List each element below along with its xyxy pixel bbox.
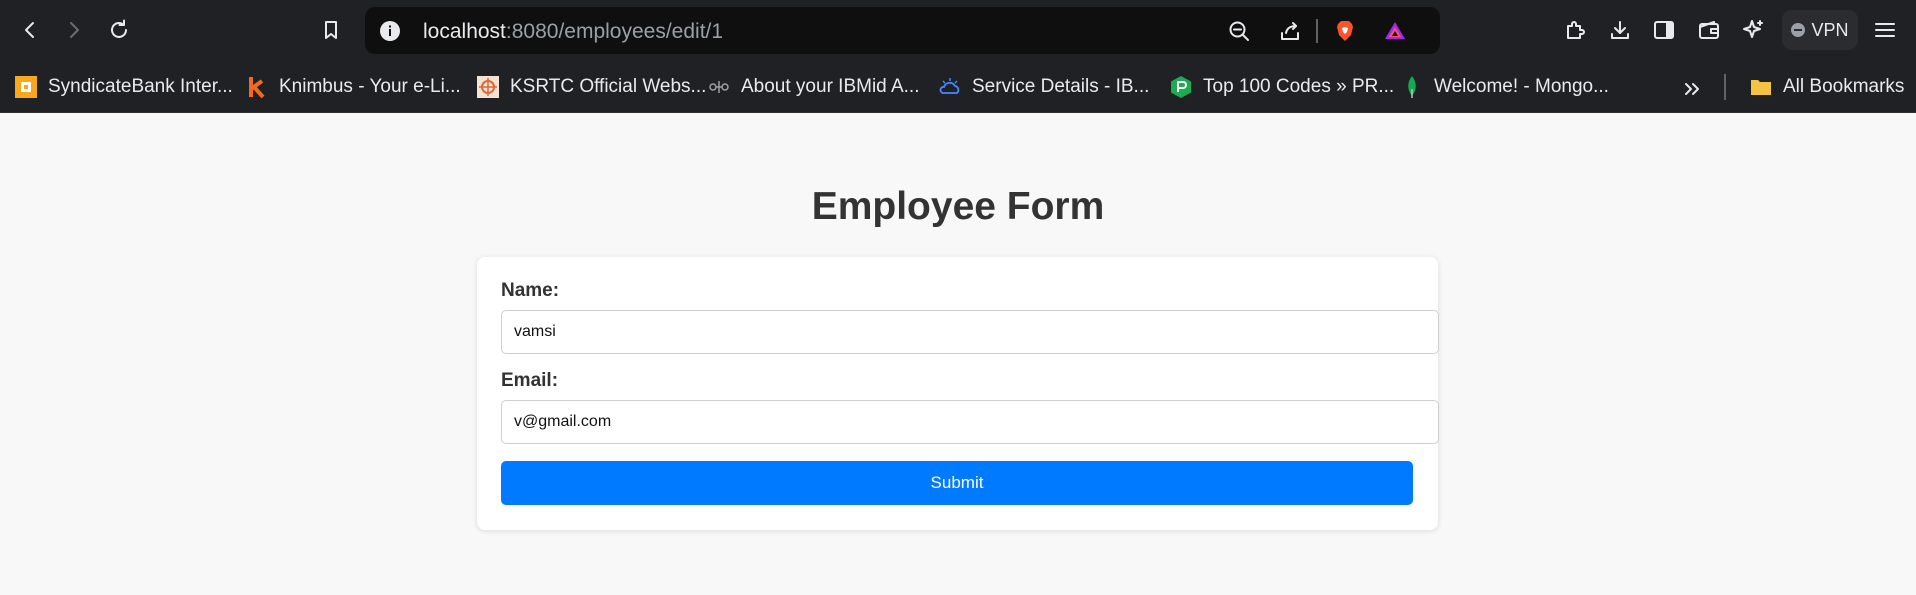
brave-shields-icon[interactable]: [1331, 17, 1359, 45]
employee-form-card: Name: Email: Submit: [477, 257, 1439, 530]
bookmarks-bar: SyndicateBank Inter... Knimbus - Your e-…: [0, 61, 1916, 113]
email-label: Email:: [501, 370, 559, 391]
bookmark-item[interactable]: KSRTC Official Webs...: [476, 71, 706, 103]
share-icon[interactable]: [1276, 17, 1304, 45]
url-text[interactable]: localhost:8080/employees/edit/1: [423, 20, 723, 44]
bookmarks-overflow-icon[interactable]: [1680, 77, 1704, 101]
page-title: Employee Form: [811, 185, 1105, 228]
bookmark-item[interactable]: Welcome! - Mongo...: [1400, 71, 1609, 103]
url-path: :8080/employees/edit/1: [505, 20, 724, 43]
download-icon: [1611, 21, 1629, 39]
back-button[interactable]: [12, 12, 48, 48]
all-bookmarks-button[interactable]: All Bookmarks: [1749, 71, 1904, 103]
sparkle-icon: [1743, 20, 1763, 38]
name-input[interactable]: [501, 310, 1439, 354]
vpn-label: VPN: [1811, 19, 1849, 40]
hamburger-menu-icon: [1875, 23, 1895, 37]
ibm-cloud-icon: [938, 75, 962, 99]
address-bar[interactable]: localhost:8080/employees/edit/1: [365, 7, 1440, 54]
zoom-out-icon[interactable]: [1225, 17, 1253, 45]
bookmark-page-button[interactable]: [313, 12, 349, 48]
bookmark-item[interactable]: Service Details - IB...: [938, 71, 1149, 103]
reload-button[interactable]: [101, 12, 137, 48]
folder-icon: [1749, 75, 1773, 99]
knimbus-icon: [245, 75, 269, 99]
bookmark-item[interactable]: Knimbus - Your e-Li...: [245, 71, 461, 103]
prepinsta-icon: [1169, 75, 1193, 99]
ksrtc-icon: [476, 75, 500, 99]
extensions-button[interactable]: [1557, 12, 1593, 48]
bookmark-item[interactable]: Top 100 Codes » PR...: [1169, 71, 1394, 103]
puzzle-icon: [1567, 21, 1585, 39]
downloads-button[interactable]: [1602, 12, 1638, 48]
bookmark-item[interactable]: SyndicateBank Inter...: [14, 71, 233, 103]
browser-toolbar: localhost:8080/employees/edit/1 VPN: [0, 0, 1916, 61]
forward-arrow-icon: [70, 22, 79, 38]
reload-icon: [111, 19, 127, 38]
bookmark-item[interactable]: About your IBMid A...: [707, 71, 919, 103]
syndicatebank-icon: [14, 75, 38, 99]
ibm-icon: [707, 75, 731, 99]
all-bookmarks-label: All Bookmarks: [1783, 76, 1905, 97]
sidebar-icon: [1654, 21, 1674, 39]
mongodb-icon: [1400, 75, 1424, 99]
vpn-status-icon: [1791, 23, 1806, 37]
wallet-button[interactable]: [1691, 12, 1727, 48]
bookmark-icon: [325, 21, 337, 39]
vpn-button[interactable]: VPN: [1782, 10, 1858, 50]
email-input[interactable]: [501, 400, 1439, 444]
sidebar-button[interactable]: [1646, 12, 1682, 48]
site-info-icon[interactable]: [377, 18, 403, 44]
wallet-icon: [1699, 21, 1719, 39]
leo-ai-button[interactable]: [1736, 12, 1772, 48]
forward-button[interactable]: [56, 12, 92, 48]
main-menu-button[interactable]: [1867, 12, 1903, 48]
submit-button[interactable]: Submit: [501, 461, 1413, 505]
url-divider: [1316, 19, 1318, 43]
back-arrow-icon: [25, 22, 34, 38]
url-host: localhost: [423, 20, 506, 43]
name-label: Name:: [501, 280, 560, 301]
brave-rewards-icon[interactable]: [1381, 17, 1409, 45]
bookmarks-divider: [1724, 74, 1726, 100]
